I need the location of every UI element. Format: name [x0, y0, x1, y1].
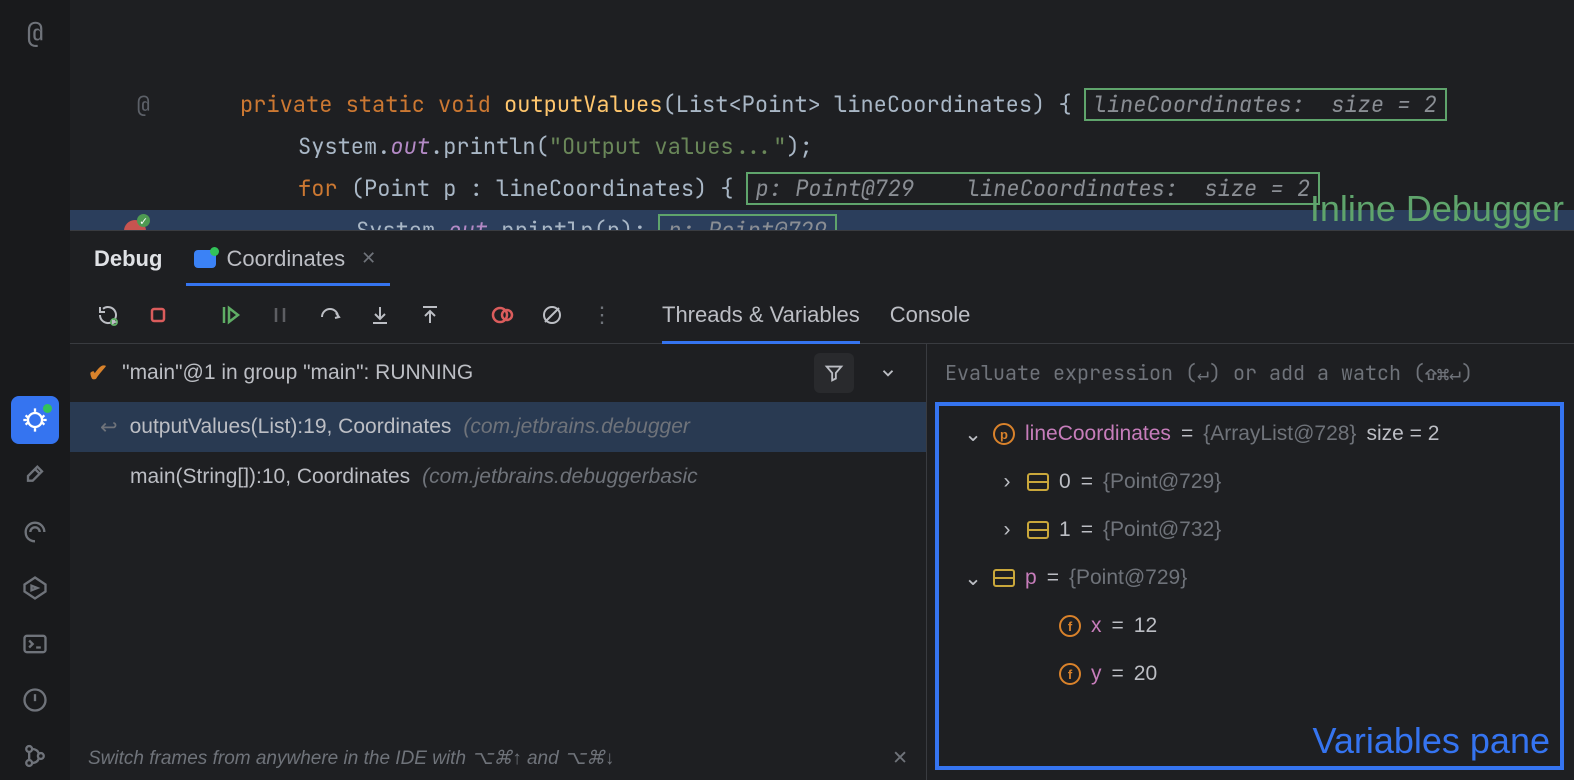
stack-frame[interactable]: main(String[]):10, Coordinates (com.jetb…: [70, 452, 926, 502]
chevron-down-icon[interactable]: ⌄: [963, 566, 983, 591]
gutter[interactable]: @: [70, 84, 170, 126]
variable-row[interactable]: f y = 20: [939, 650, 1560, 698]
step-into-button[interactable]: [360, 295, 400, 335]
code-editor[interactable]: @private static void outputValues(List<P…: [70, 0, 1574, 230]
chevron-right-icon[interactable]: ›: [997, 518, 1017, 542]
stack-frame[interactable]: ↩outputValues(List):19, Coordinates (com…: [70, 402, 926, 452]
terminal-tool-button[interactable]: [11, 620, 59, 668]
tab-console[interactable]: Console: [890, 286, 971, 343]
frames-tip: Switch frames from anywhere in the IDE w…: [88, 747, 908, 770]
variable-row[interactable]: ⌄p lineCoordinates = {ArrayList@728} siz…: [939, 410, 1560, 458]
pause-button[interactable]: [260, 295, 300, 335]
object-icon: [993, 569, 1015, 587]
run-tool-button[interactable]: [11, 564, 59, 612]
inline-value-hint: lineCoordinates: size = 2: [1084, 88, 1447, 121]
code-line[interactable]: System.out.println("Output values...");: [70, 126, 1574, 168]
debug-toolwindow: Debug Coordinates ✕: [70, 230, 1574, 780]
filter-button[interactable]: [814, 353, 854, 393]
field-icon: f: [1059, 615, 1081, 637]
step-out-button[interactable]: [410, 295, 450, 335]
chevron-right-icon[interactable]: ›: [997, 470, 1017, 494]
variable-row[interactable]: f x = 12: [939, 602, 1560, 650]
back-arrow-icon: ↩: [100, 415, 118, 440]
inline-value-hint: p: Point@729 lineCoordinates: size = 2: [746, 172, 1320, 205]
parameter-icon: p: [993, 423, 1015, 445]
tab-threads-variables[interactable]: Threads & Variables: [662, 286, 860, 343]
step-over-button[interactable]: [310, 295, 350, 335]
breakpoint-icon[interactable]: [124, 220, 146, 230]
field-icon: f: [1059, 663, 1081, 685]
run-config-icon: [194, 250, 216, 268]
variables-pane-label: Variables pane: [1313, 720, 1551, 762]
stop-button[interactable]: [138, 295, 178, 335]
evaluate-expression-input[interactable]: Evaluate expression (↵) or add a watch (…: [927, 344, 1574, 402]
variable-row[interactable]: ⌄ p = {Point@729}: [939, 554, 1560, 602]
more-button[interactable]: ⋮: [582, 295, 622, 335]
variables-panel: Evaluate expression (↵) or add a watch (…: [926, 344, 1574, 780]
build-tool-button[interactable]: [11, 452, 59, 500]
frames-panel: ✔ "main"@1 in group "main": RUNNING ↩out…: [70, 344, 926, 780]
chevron-down-icon[interactable]: ⌄: [963, 422, 983, 447]
resume-button[interactable]: [210, 295, 250, 335]
object-icon: [1027, 521, 1049, 539]
run-config-tab[interactable]: Coordinates ✕: [186, 231, 390, 286]
rerun-button[interactable]: [88, 295, 128, 335]
vcs-tool-button[interactable]: [11, 732, 59, 780]
services-tool-button[interactable]: [11, 508, 59, 556]
close-tab-icon[interactable]: ✕: [355, 248, 382, 269]
code-line[interactable]: @private static void outputValues(List<P…: [70, 84, 1574, 126]
object-icon: [1027, 473, 1049, 491]
gutter[interactable]: [70, 220, 170, 230]
problems-tool-button[interactable]: [11, 676, 59, 724]
frames-dropdown-button[interactable]: [868, 353, 908, 393]
thread-status-text: "main"@1 in group "main": RUNNING: [122, 361, 473, 385]
variable-row[interactable]: › 0 = {Point@729}: [939, 458, 1560, 506]
left-tool-strip: @: [0, 0, 70, 780]
run-config-name: Coordinates: [226, 246, 345, 272]
debug-tool-button[interactable]: [11, 396, 59, 444]
mute-breakpoints-button[interactable]: [532, 295, 572, 335]
inline-debugger-label: Inline Debugger: [1310, 188, 1564, 230]
at-sign-icon[interactable]: @: [11, 8, 59, 56]
view-breakpoints-button[interactable]: [482, 295, 522, 335]
tip-close-icon[interactable]: ✕: [892, 747, 908, 770]
thread-check-icon: ✔: [88, 359, 108, 388]
variable-row[interactable]: › 1 = {Point@732}: [939, 506, 1560, 554]
inline-value-hint: p: Point@729: [658, 214, 836, 230]
toolwindow-title: Debug: [94, 246, 162, 272]
